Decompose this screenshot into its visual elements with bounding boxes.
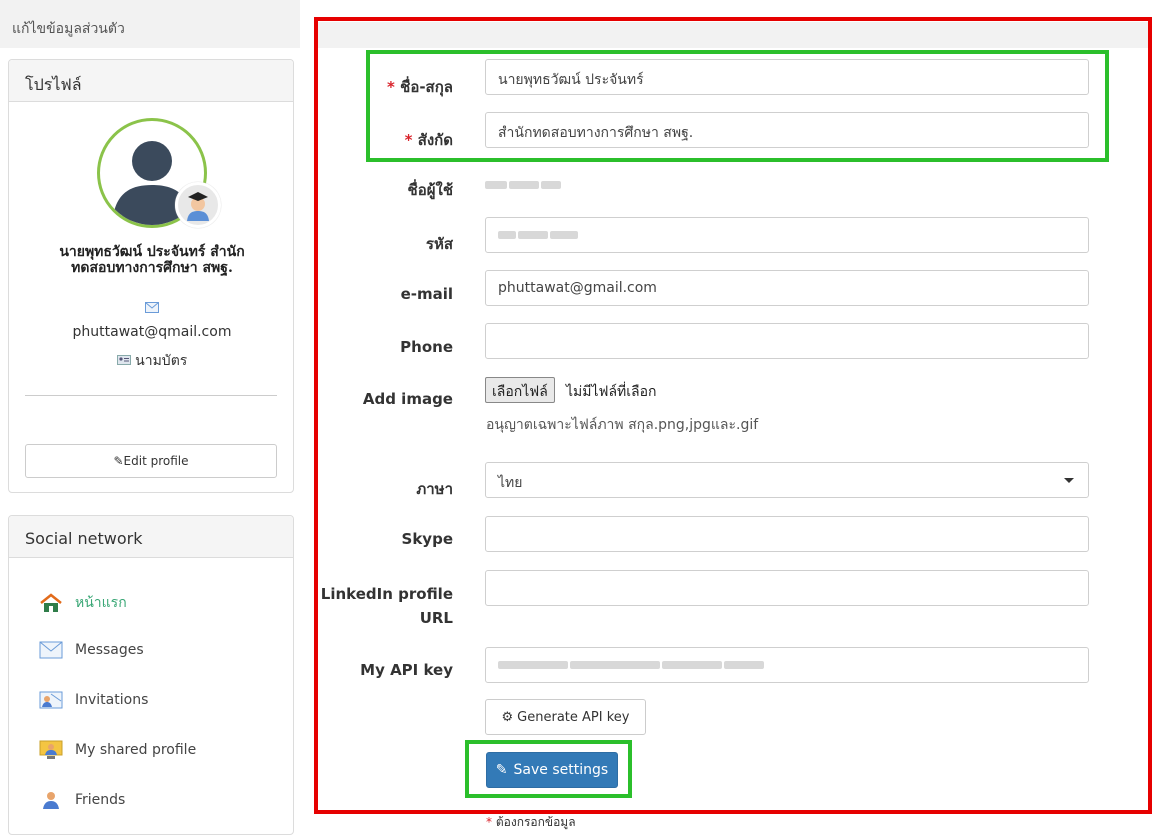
- phone-label: Phone: [400, 338, 453, 356]
- fullname-label: * ชื่อ-สกุล: [293, 75, 453, 99]
- email-label: e-mail: [400, 285, 453, 303]
- linkedin-input[interactable]: [485, 570, 1089, 606]
- shared-profile-icon: [39, 740, 63, 760]
- profile-name-line1: นายพุทธวัฒน์ ประจันทร์ สำนัก: [59, 244, 245, 260]
- required-mark: *: [387, 78, 395, 96]
- business-card-icon: [116, 353, 131, 369]
- email-input[interactable]: phuttawat@gmail.com: [485, 270, 1089, 306]
- edit-profile-button[interactable]: ✎Edit profile: [25, 444, 277, 478]
- social-item-shared-profile[interactable]: My shared profile: [39, 740, 196, 760]
- social-item-label: Friends: [75, 792, 126, 808]
- fullname-label-text: ชื่อ-สกุล: [400, 78, 453, 96]
- social-item-friends[interactable]: Friends: [39, 790, 125, 810]
- social-item-label: Messages: [75, 642, 144, 658]
- affiliation-input[interactable]: สำนักทดสอบทางการศึกษา สพฐ.: [485, 112, 1089, 148]
- envelope-icon: [39, 640, 63, 660]
- invitation-icon: [39, 690, 63, 710]
- generate-api-key-label: Generate API key: [517, 709, 630, 725]
- student-badge-icon: [175, 182, 221, 228]
- breadcrumb-bar: แก้ไขข้อมูลส่วนตัว: [0, 0, 300, 48]
- language-label: ภาษา: [416, 480, 453, 498]
- envelope-icon: [145, 301, 159, 317]
- phone-input[interactable]: [485, 323, 1089, 359]
- social-item-label: My shared profile: [75, 742, 197, 758]
- friends-icon: [39, 790, 63, 810]
- skype-label: Skype: [401, 530, 453, 548]
- skype-input[interactable]: [485, 516, 1089, 552]
- username-value-redacted: [485, 176, 561, 194]
- fullname-input[interactable]: นายพุทธวัฒน์ ประจันทร์: [485, 59, 1089, 95]
- social-network-panel: Social network หน้าแรก Messages Invitati…: [8, 515, 294, 835]
- social-item-messages[interactable]: Messages: [39, 640, 144, 660]
- file-status: ไม่มีไฟล์ที่เลือก: [566, 384, 657, 400]
- linkedin-label: LinkedIn profile URL: [293, 582, 453, 630]
- social-item-label: หน้าแรก: [75, 595, 127, 611]
- save-settings-label: Save settings: [513, 762, 609, 778]
- profile-panel-title: โปรไฟล์: [9, 60, 293, 102]
- profile-name: นายพุทธวัฒน์ ประจันทร์ สำนัก ทดสอบทางการ…: [19, 244, 285, 276]
- password-label: รหัส: [425, 235, 453, 253]
- linkedin-label-line2: URL: [419, 609, 453, 627]
- social-item-invitations[interactable]: Invitations: [39, 690, 148, 710]
- business-card-label: นามบัตร: [135, 353, 188, 369]
- edit-profile-label: Edit profile: [123, 454, 189, 468]
- save-settings-button[interactable]: ✎ Save settings: [486, 752, 618, 788]
- chevron-down-icon: [1064, 478, 1074, 483]
- language-selected-value: ไทย: [498, 475, 523, 491]
- pencil-icon: ✎: [495, 762, 508, 778]
- divider: [25, 395, 277, 396]
- add-image-label: Add image: [362, 390, 453, 408]
- linkedin-label-line1: LinkedIn profile: [320, 585, 453, 603]
- choose-file-button[interactable]: เลือกไฟล์: [485, 377, 555, 403]
- api-key-label: My API key: [360, 661, 453, 679]
- social-panel-title: Social network: [9, 516, 293, 558]
- affiliation-label-text: สังกัด: [417, 131, 453, 149]
- generate-api-key-button[interactable]: ⚙ Generate API key: [485, 699, 646, 735]
- api-key-input[interactable]: [485, 647, 1089, 683]
- gears-icon: ⚙: [501, 709, 514, 725]
- social-item-home[interactable]: หน้าแรก: [39, 592, 127, 614]
- profile-name-line2: ทดสอบทางการศึกษา สพฐ.: [71, 260, 233, 276]
- password-input[interactable]: [485, 217, 1089, 253]
- business-card-link[interactable]: นามบัตร: [9, 350, 295, 372]
- profile-email[interactable]: phuttawat@qmail.com: [9, 324, 295, 340]
- edit-icon: ✎: [113, 454, 124, 468]
- home-icon: [39, 593, 63, 613]
- username-label: ชื่อผู้ใช้: [407, 181, 453, 199]
- file-help-text: อนุญาตเฉพาะไฟล์ภาพ สกุล.png,jpgและ.gif: [486, 417, 759, 433]
- required-mark: *: [404, 131, 413, 149]
- required-note: * ต้องกรอกข้อมูล: [486, 813, 576, 832]
- profile-panel: โปรไฟล์ นายพุทธวัฒน์ ประจันทร์ สำนัก ทดส…: [8, 59, 294, 493]
- breadcrumb: แก้ไขข้อมูลส่วนตัว: [12, 21, 125, 37]
- affiliation-label: * สังกัด: [293, 128, 453, 152]
- social-item-label: Invitations: [75, 692, 149, 708]
- language-select[interactable]: ไทย: [485, 462, 1089, 498]
